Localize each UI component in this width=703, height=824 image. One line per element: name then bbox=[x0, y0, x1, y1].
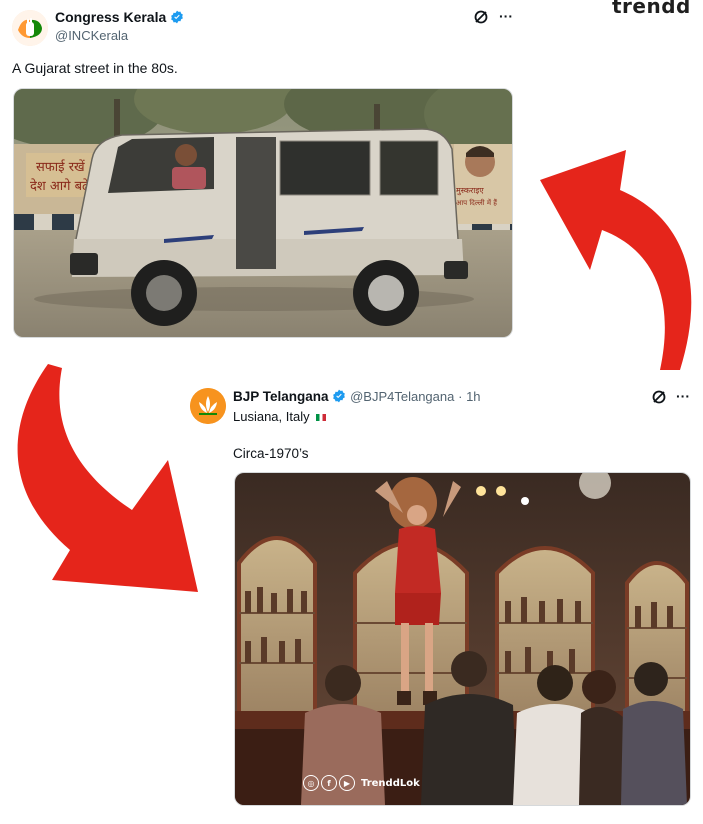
display-name-text[interactable]: BJP Telangana bbox=[233, 389, 329, 404]
poster-text-line2: आप दिल्ली में हैं bbox=[456, 198, 497, 207]
user-handle[interactable]: @INCKerala bbox=[55, 28, 128, 43]
verified-badge-icon bbox=[333, 389, 346, 403]
wall-slogan-line1: सफाई रखें bbox=[36, 159, 85, 175]
avatar[interactable] bbox=[12, 10, 48, 46]
tweet-text: Circa-1970’s bbox=[233, 446, 309, 461]
location-text[interactable]: Lusiana, Italy bbox=[233, 409, 310, 424]
avatar[interactable] bbox=[190, 388, 226, 424]
post-timestamp[interactable]: · 1h bbox=[458, 389, 480, 404]
more-options-icon[interactable]: ··· bbox=[497, 7, 515, 25]
verified-badge-icon bbox=[171, 10, 184, 24]
italy-flag-icon bbox=[316, 414, 327, 421]
bar-scene-photo bbox=[235, 473, 690, 805]
bjp-lotus-logo-icon bbox=[190, 388, 226, 424]
display-name[interactable]: Congress Kerala bbox=[55, 9, 184, 25]
display-name-text[interactable]: Congress Kerala bbox=[55, 9, 166, 25]
post-location[interactable]: Lusiana, Italy bbox=[233, 409, 327, 424]
instagram-icon: ◎ bbox=[303, 775, 319, 791]
red-curved-arrow-up-icon bbox=[540, 150, 692, 370]
trenddlok-watermark: ◎ f ▶ TrenddLok bbox=[303, 775, 420, 791]
tweet-card-bjp[interactable]: BJP Telangana @BJP4Telangana · 1h Lusian… bbox=[180, 378, 703, 824]
congress-hand-logo-icon bbox=[12, 10, 48, 46]
facebook-icon: f bbox=[321, 775, 337, 791]
tweet-photo-bar[interactable]: ◎ f ▶ TrenddLok bbox=[234, 472, 691, 806]
wall-slogan-line2: देश आगे बढ़े bbox=[30, 178, 90, 194]
grok-icon[interactable] bbox=[472, 8, 490, 26]
more-options-icon[interactable]: ··· bbox=[674, 387, 692, 405]
tweet-text: A Gujarat street in the 80s. bbox=[12, 60, 178, 76]
poster-text-line1: मुस्कराइए bbox=[456, 186, 484, 196]
van-street-photo: सफाई रखें देश आगे बढ़े मुस्कराइए आप दिल्… bbox=[14, 89, 512, 337]
grok-icon[interactable] bbox=[650, 388, 668, 406]
watermark-label: TrenddLok bbox=[361, 777, 420, 789]
user-handle[interactable]: @BJP4Telangana bbox=[350, 389, 454, 404]
youtube-icon: ▶ bbox=[339, 775, 355, 791]
display-name[interactable]: BJP Telangana @BJP4Telangana · 1h bbox=[233, 389, 481, 404]
tweet-photo-van[interactable]: सफाई रखें देश आगे बढ़े मुस्कराइए आप दिल्… bbox=[13, 88, 513, 338]
